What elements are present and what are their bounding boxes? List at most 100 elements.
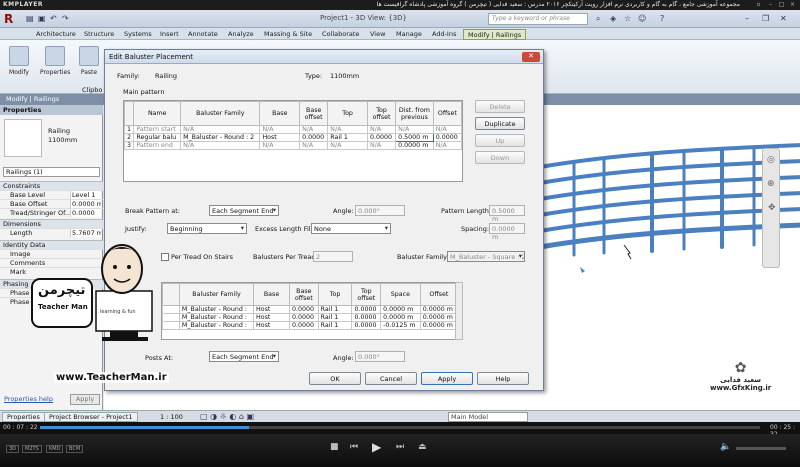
flip-control-icon[interactable] [580, 267, 585, 273]
tab-modify-railings[interactable]: Modify | Railings [463, 29, 527, 40]
badge-m2ts[interactable]: M2TS [22, 445, 42, 453]
angle-input[interactable]: 0.000° [355, 205, 405, 216]
tab-analyze[interactable]: Analyze [224, 29, 258, 40]
tab-project-browser[interactable]: Project Browser - Project1 [44, 412, 138, 422]
apply-button[interactable]: Apply [421, 372, 473, 385]
instance-selector[interactable]: Railings (1) [3, 167, 100, 177]
baluster-family-select[interactable]: M_Baluster - Square : 25 [447, 251, 525, 262]
minimize-icon[interactable]: – [766, 1, 775, 8]
navigation-bar[interactable]: ◎ ⊕ ✥ [762, 148, 780, 268]
logo-text-fa: تیچرمن [38, 283, 86, 298]
teacherman-site-url: www.TeacherMan.ir [54, 372, 169, 383]
view-scale[interactable]: 1 : 100 [160, 413, 183, 421]
revit-logo-icon[interactable]: R [4, 12, 20, 26]
seek-bar[interactable]: 00 : 07 : 22 00 : 25 : 32 [0, 422, 800, 438]
col-header: Name [133, 101, 182, 126]
posts-at-select[interactable]: Each Segment End [209, 351, 279, 362]
excess-length-select[interactable]: None [311, 223, 391, 234]
down-button[interactable]: Down [475, 151, 525, 164]
help-button[interactable]: Help [477, 372, 529, 385]
window-restore-icon[interactable]: ❐ [762, 14, 769, 23]
next-icon[interactable]: ⏭ [396, 442, 404, 452]
open-icon[interactable]: ▤ [26, 14, 34, 23]
tab-add-ins[interactable]: Add-Ins [428, 29, 460, 40]
volume-slider[interactable] [736, 447, 786, 450]
maximize-icon[interactable]: □ [777, 1, 786, 8]
subscription-icon[interactable]: ◈ [610, 14, 616, 23]
undo-icon[interactable]: ↶ [50, 14, 57, 23]
col-header: Top [327, 101, 368, 126]
play-icon[interactable]: ▶ [372, 440, 381, 454]
workset-model-select[interactable]: Main Model [448, 412, 528, 422]
modify-button[interactable]: Modify [4, 44, 34, 86]
window-close-icon[interactable]: ✕ [780, 14, 787, 23]
badge-3d[interactable]: 3D [6, 445, 20, 453]
posts-table-scrollbar[interactable] [455, 282, 463, 340]
tab-properties[interactable]: Properties [2, 412, 45, 422]
prop-row[interactable]: Base Level Level 1 [0, 190, 103, 199]
window-minimize-icon[interactable]: – [745, 14, 749, 23]
cursor-icon [9, 46, 29, 66]
star-icon[interactable]: ☆ [624, 14, 631, 23]
badge-bcm[interactable]: BCM [66, 445, 84, 453]
per-tread-checkbox[interactable] [161, 253, 169, 261]
table-row[interactable]: M_Baluster - Round : Host 0.0000 Rail 1 … [162, 321, 459, 330]
dist-from-previous-cell[interactable]: 0.5000 m [395, 133, 434, 142]
col-header: Top offset [351, 283, 382, 306]
tab-collaborate[interactable]: Collaborate [318, 29, 363, 40]
volume-icon[interactable]: 🔈 [720, 442, 731, 452]
pan-icon[interactable]: ✥ [768, 203, 776, 213]
tab-architecture[interactable]: Architecture [32, 29, 80, 40]
dialog-close-button[interactable]: ✕ [522, 52, 540, 62]
table-row[interactable]: 1 Pattern start N/A N/A N/A N/A N/A N/A … [123, 125, 463, 134]
tab-annotate[interactable]: Annotate [184, 29, 222, 40]
search-icon[interactable]: ⌕ [596, 14, 600, 24]
user-icon[interactable]: ☺ [638, 14, 646, 23]
prop-row[interactable]: Length 5.7607 m [0, 228, 103, 237]
duplicate-button[interactable]: Duplicate [475, 117, 525, 130]
table-row[interactable]: M_Baluster - Round : Host 0.0000 Rail 1 … [162, 305, 459, 314]
tab-insert[interactable]: Insert [156, 29, 183, 40]
up-button[interactable]: Up [475, 134, 525, 147]
previous-icon[interactable]: ⏮ [350, 442, 358, 452]
main-pattern-table[interactable]: Name Baluster Family Base Base offset To… [123, 101, 463, 150]
table-row[interactable]: 2 Regular balu M_Baluster - Round : 2 Ho… [123, 133, 463, 142]
eject-icon[interactable]: ⏏ [418, 442, 427, 452]
break-pattern-select[interactable]: Each Segment End [209, 205, 279, 216]
properties-help-link[interactable]: Properties help [4, 395, 53, 403]
search-input[interactable]: Type a keyword or phrase [488, 13, 588, 25]
main-pattern-label: Main pattern [123, 88, 165, 96]
posts-table[interactable]: Baluster Family Base Base offset Top Top… [162, 283, 459, 330]
properties-apply-button[interactable]: Apply [70, 394, 100, 405]
properties-button[interactable]: Properties [40, 44, 70, 86]
tab-structure[interactable]: Structure [80, 29, 118, 40]
tab-systems[interactable]: Systems [120, 29, 156, 40]
cancel-button[interactable]: Cancel [365, 372, 417, 385]
steering-wheel-icon[interactable]: ◎ [767, 155, 775, 165]
brand-author: سعید فدایی [720, 376, 762, 384]
angle2-input[interactable]: 0.000° [355, 351, 405, 362]
tab-manage[interactable]: Manage [392, 29, 426, 40]
help-icon[interactable]: ? [660, 14, 664, 23]
close-icon[interactable]: × [788, 1, 797, 8]
justify-select[interactable]: Beginning [167, 223, 247, 234]
tab-view[interactable]: View [366, 29, 389, 40]
zoom-icon[interactable]: ⊕ [767, 179, 775, 189]
prop-row[interactable]: Base Offset 0.0000 m [0, 199, 103, 208]
redo-icon[interactable]: ↷ [62, 14, 69, 23]
table-row[interactable]: 3 Pattern end N/A N/A N/A N/A N/A 0.0000… [123, 141, 463, 150]
pin-icon[interactable]: ▫ [754, 1, 763, 8]
prop-row[interactable]: Tread/Stringer Of... 0.0000 [0, 208, 103, 217]
save-icon[interactable]: ▣ [38, 14, 46, 23]
tab-massing-site[interactable]: Massing & Site [260, 29, 316, 40]
group-constraints[interactable]: Constraints [0, 181, 103, 190]
badge-kmd[interactable]: KMD [46, 445, 64, 453]
ok-button[interactable]: OK [309, 372, 361, 385]
stop-icon[interactable]: ■ [330, 442, 339, 452]
view-control-icons[interactable]: ▢ ◑ ☼ ◐ ⌂ ▣ [200, 412, 254, 421]
delete-button[interactable]: Delete [475, 100, 525, 113]
group-dimensions[interactable]: Dimensions [0, 219, 103, 228]
paste-button[interactable]: Paste [74, 44, 104, 86]
paste-icon [79, 46, 99, 66]
table-row[interactable]: M_Baluster - Round : Host 0.0000 Rail 1 … [162, 313, 459, 322]
